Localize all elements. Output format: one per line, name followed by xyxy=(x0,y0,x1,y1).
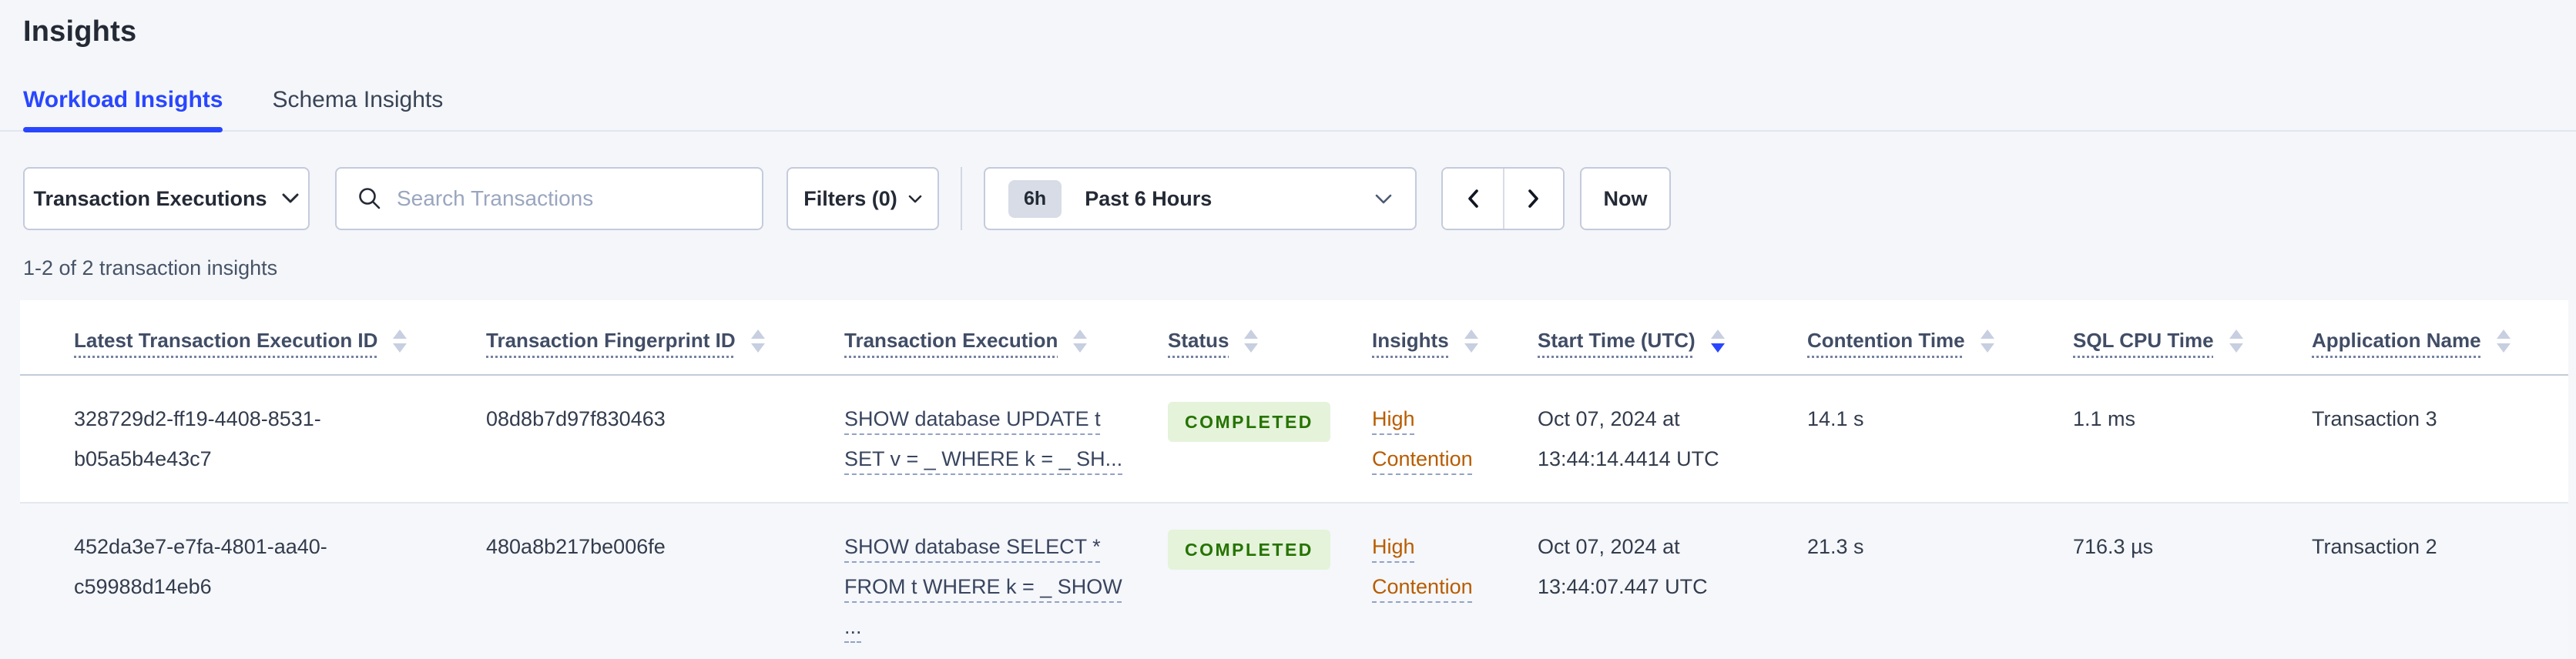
transaction-statement-link[interactable]: ... xyxy=(844,607,862,647)
search-input[interactable] xyxy=(397,186,742,211)
time-range-badge: 6h xyxy=(1008,179,1062,218)
cell-fingerprint-id: 08d8b7d97f830463 xyxy=(486,407,666,430)
cell-insights: High Contention xyxy=(1372,503,1538,659)
cell-transaction-execution: SHOW database SELECT * FROM t WHERE k = … xyxy=(844,503,1168,659)
sort-arrows-icon[interactable] xyxy=(1710,328,1725,353)
search-icon xyxy=(357,186,383,212)
chevron-left-icon xyxy=(1467,189,1479,209)
table-header-row: Latest Transaction Execution ID Transact… xyxy=(20,300,2568,376)
tab-schema-insights[interactable]: Schema Insights xyxy=(272,87,443,130)
sort-arrows-icon[interactable] xyxy=(750,328,765,353)
results-count: 1-2 of 2 transaction insights xyxy=(23,256,278,279)
cell-execution-id: 452da3e7-e7fa-4801-aa40-c59988d14eb6 xyxy=(74,535,327,598)
sort-arrows-icon[interactable] xyxy=(1980,328,1994,353)
status-badge: COMPLETED xyxy=(1168,402,1330,443)
status-badge: COMPLETED xyxy=(1168,530,1330,570)
cell-application-name: Transaction 3 xyxy=(2312,407,2437,430)
cell-start-time: Oct 07, 2024 at 13:44:14.4414 UTC xyxy=(1538,407,1719,470)
time-step-buttons xyxy=(1441,167,1565,230)
toolbar: Transaction Executions Filters (0) 6h Pa… xyxy=(23,167,2554,230)
cell-contention-time: 14.1 s xyxy=(1807,407,1864,430)
chevron-down-icon xyxy=(1375,194,1392,204)
toolbar-divider xyxy=(961,167,962,230)
transaction-statement-link[interactable]: SHOW database SELECT * xyxy=(844,527,1101,567)
chevron-down-icon xyxy=(908,195,922,203)
cell-status: COMPLETED xyxy=(1168,503,1372,659)
sort-arrows-icon[interactable] xyxy=(1073,328,1088,353)
transaction-statement-link[interactable]: SHOW database UPDATE t xyxy=(844,399,1101,439)
insight-link[interactable]: High Contention xyxy=(1372,535,1473,598)
cell-insights: High Contention xyxy=(1372,376,1538,502)
tab-workload-insights[interactable]: Workload Insights xyxy=(23,87,223,132)
tab-bar: Workload Insights Schema Insights xyxy=(0,87,2576,132)
column-header-transaction-execution[interactable]: Transaction Execution xyxy=(844,300,1168,374)
cell-fingerprint-id: 480a8b217be006fe xyxy=(486,535,666,558)
sort-arrows-icon[interactable] xyxy=(2496,328,2511,353)
now-button[interactable]: Now xyxy=(1580,167,1671,230)
previous-time-button[interactable] xyxy=(1443,169,1503,229)
cell-contention-time: 21.3 s xyxy=(1807,535,1864,558)
transaction-statement-link[interactable]: SET v = _ WHERE k = _ SH... xyxy=(844,439,1122,479)
sort-arrows-icon[interactable] xyxy=(393,328,408,353)
cell-execution-id: 328729d2-ff19-4408-8531-b05a5b4e43c7 xyxy=(74,407,321,470)
table-row: 452da3e7-e7fa-4801-aa40-c59988d14eb6 480… xyxy=(20,503,2568,659)
cell-sql-cpu-time: 716.3 µs xyxy=(2073,535,2154,558)
filters-button[interactable]: Filters (0) xyxy=(787,167,939,230)
execution-type-select[interactable]: Transaction Executions xyxy=(23,167,310,230)
cell-transaction-execution: SHOW database UPDATE t SET v = _ WHERE k… xyxy=(844,376,1168,502)
cell-application-name: Transaction 2 xyxy=(2312,535,2437,558)
cell-status: COMPLETED xyxy=(1168,376,1372,502)
column-header-application-name[interactable]: Application Name xyxy=(2312,300,2541,374)
column-header-start-time[interactable]: Start Time (UTC) xyxy=(1538,300,1807,374)
column-header-sql-cpu-time[interactable]: SQL CPU Time xyxy=(2073,300,2312,374)
sort-arrows-icon[interactable] xyxy=(1244,328,1259,353)
search-box[interactable] xyxy=(335,167,763,230)
transaction-statement-link[interactable]: FROM t WHERE k = _ SHOW xyxy=(844,567,1122,607)
sort-arrows-icon[interactable] xyxy=(1464,328,1478,353)
time-range-label: Past 6 Hours xyxy=(1085,186,1213,210)
filters-label: Filters (0) xyxy=(803,186,897,210)
execution-type-label: Transaction Executions xyxy=(33,186,267,210)
column-header-insights[interactable]: Insights xyxy=(1372,300,1538,374)
page-header: Insights xyxy=(0,0,2576,49)
table-row: 328729d2-ff19-4408-8531-b05a5b4e43c7 08d… xyxy=(20,376,2568,503)
time-range-picker[interactable]: 6h Past 6 Hours xyxy=(984,167,1417,230)
chevron-right-icon xyxy=(1528,189,1540,209)
chevron-down-icon xyxy=(281,193,300,204)
cell-start-time: Oct 07, 2024 at 13:44:07.447 UTC xyxy=(1538,535,1708,598)
next-time-button[interactable] xyxy=(1503,169,1563,229)
column-header-transaction-fingerprint-id[interactable]: Transaction Fingerprint ID xyxy=(486,300,844,374)
column-header-status[interactable]: Status xyxy=(1168,300,1372,374)
sort-arrows-icon[interactable] xyxy=(2229,328,2243,353)
insight-link[interactable]: High Contention xyxy=(1372,407,1473,470)
cell-sql-cpu-time: 1.1 ms xyxy=(2073,407,2136,430)
column-header-latest-transaction-execution-id[interactable]: Latest Transaction Execution ID xyxy=(74,300,486,374)
column-header-contention-time[interactable]: Contention Time xyxy=(1807,300,2073,374)
page-title: Insights xyxy=(23,15,137,48)
insights-table-card: Latest Transaction Execution ID Transact… xyxy=(20,300,2568,659)
